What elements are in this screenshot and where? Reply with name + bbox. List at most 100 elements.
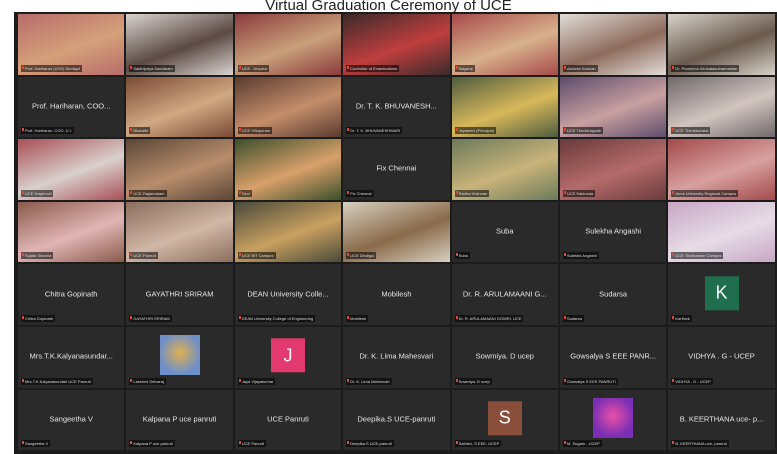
participant-tile[interactable]: Sudarsa Sudarsa [559,264,667,325]
participant-name-label: Prof. Hariharan, COO, U.I. [21,127,74,135]
participant-tile[interactable]: Kalpana P uce panruti Kalpana P uce panru… [126,389,233,451]
participant-display-name: Dr. T. K. BHUVANESH... [355,101,437,111]
meeting-gallery-view: Prof. Hariharan (UCE) Dindigul Sakthipriy… [14,12,777,454]
participant-name-label: UCE Rajamadam [129,189,167,197]
participant-tile[interactable]: M. Sugam - UCEP [559,389,667,451]
profile-picture [593,397,634,438]
participant-display-name: Suba [495,226,514,236]
participant-tile[interactable]: UCE Tiruchirappalli [559,76,667,138]
participant-tile[interactable]: Ashwini Kannan [559,14,667,75]
participant-name-label: Chitra Gopinath [21,314,56,322]
participant-tile[interactable]: Nagaraj [451,14,558,75]
participant-tile[interactable]: Dr. R. ARULAMAANI G... Dr. R. ARULAMAANI … [451,264,558,325]
participant-tile[interactable]: UCE Panruti UCE Panruti [234,389,342,451]
participant-tile[interactable]: Suba Suba [451,201,558,263]
avatar: S [487,401,522,436]
participant-name-label: DEAN University College of Engineering [237,314,316,322]
participant-tile[interactable]: VIDHYA . G - UCEP VIDHYA . G - UCEP [668,326,775,388]
participant-tile[interactable]: UCE Rajamadam [126,139,233,200]
participant-display-name: DEAN University Colle... [247,289,329,299]
participant-tile[interactable]: UCE BIT Campus [234,201,342,263]
participant-tile[interactable]: GAYATHRI SRIRAM GAYATHRI SRIRAM [126,264,233,325]
participant-tile[interactable]: Sujata Sharma [18,201,125,263]
participant-name-label: Sakthipriya Sundaram [129,64,175,72]
participant-name-label: UCE BIT Campus [237,252,276,260]
participant-name-label: Devi [237,189,252,197]
participant-display-name: Kalpana P uce panruti [142,414,217,424]
avatar: J [270,338,305,373]
participant-tile[interactable]: Bharathi [126,76,233,138]
participant-name-label: Sathish, S EEE, UCEP [454,440,502,448]
participant-display-name: B. KEERTHANA uce- p... [679,414,764,424]
participant-name-label: Deepika.S UCE-panruti [346,440,394,448]
participant-name-label: Sujata Sharma [21,252,54,260]
participant-tile[interactable]: Deepika.S UCE-panruti Deepika.S UCE-panru… [343,389,450,451]
participant-display-name: VIDHYA . G - UCEP [688,351,755,361]
participant-name-label: Anna University Regional Campus [671,189,739,197]
participant-name-label: UCE Dindigul [346,252,377,260]
participant-tile[interactable]: S Sathish, S EEE, UCEP [451,389,558,451]
participant-tile[interactable]: Sulekha Angashi Sulekha Angashi [559,201,667,263]
participant-tile[interactable]: Prof. Hariharan, COO... Prof. Hariharan, … [18,76,125,138]
participant-name-label: Gowsalya S EEE PANRUTI [562,377,618,385]
participant-tile[interactable]: Radha Krishnan [451,139,558,200]
participant-display-name: Mobilesh [381,289,412,299]
participant-tile[interactable]: Sowmiya. D ucep Sowmiya. D ucep [451,326,558,388]
participant-name-label: GAYATHRI SRIRAM [129,314,172,322]
participant-name-label: Dr. R. ARULAMAANI GOWRI, UCE [454,314,524,322]
avatar: K [704,275,739,310]
participant-tile[interactable]: UCE Nagercoil [18,139,125,200]
participant-name-label: Fix Chennai [346,189,374,197]
participant-name-label: UCE Nagercoil [21,189,54,197]
participant-name-label: Dr. K. Lima Mahesvari [346,377,392,385]
participant-tile[interactable]: Mobilesh Mobilesh [343,264,450,325]
participant-display-name: Dr. K. Lima Mahesvari [359,351,434,361]
participant-name-label: Sudarsa [562,314,584,322]
participant-tile[interactable]: Prof. Hariharan (UCE) Dindigul [18,14,125,75]
participant-tile[interactable]: K Karthick [668,264,775,325]
participant-name-label: Jeyaselvi (Principal) [454,127,497,135]
participant-tile[interactable]: Lakshmi Selvaraj [126,326,233,388]
participant-tile[interactable]: Chitra Gopinath Chitra Gopinath [18,264,125,325]
participant-tile[interactable]: Mrs.T.K.Kalyanasundar... Mrs.T.K.Kalyanas… [18,326,125,388]
participant-tile[interactable]: Sakthipriya Sundaram [126,14,233,75]
participant-name-label: Mobilesh [346,314,369,322]
participant-tile[interactable]: UCE - Ariyalur [234,14,342,75]
participant-tile[interactable]: Dr. Poornima Venkatasubramanian [668,14,775,75]
participant-display-name: Fix Chennai [376,164,417,174]
participant-display-name: Sowmiya. D ucep [475,351,534,361]
participant-tile[interactable]: UCE Villupuram [234,76,342,138]
participant-tile[interactable]: Sangeetha V Sangeetha V [18,389,125,451]
participant-tile[interactable]: UCE Kakinada [559,139,667,200]
participant-name-label: Karthick [671,314,692,322]
participant-name-label: Bharathi [129,127,151,135]
participant-tile[interactable]: Dr. T. K. BHUVANESH... Dr. T. K. BHUVANES… [343,76,450,138]
participant-tile[interactable]: Fix Chennai Fix Chennai [343,139,450,200]
participant-tile[interactable]: UCE Panruti [126,201,233,263]
participant-name-label: UCE Panruti [129,252,158,260]
participant-tile[interactable]: UCE Thirukkuvalai [668,76,775,138]
participant-name-label: M. Sugam - UCEP [562,440,602,448]
participant-tile[interactable]: J Jaya Vijayakumar [234,326,342,388]
participant-name-label: B. KEERTHANA uce- panruti [671,440,729,448]
participant-name-label: Ashwini Kannan [562,64,598,72]
participant-display-name: Sudarsa [599,289,628,299]
participant-name-label: VIDHYA . G - UCEP [671,377,713,385]
participant-display-name: GAYATHRI SRIRAM [145,289,214,299]
participant-tile[interactable]: DEAN University Colle... DEAN University … [234,264,342,325]
participant-tile[interactable]: Controller of Examinations [343,14,450,75]
participant-tile[interactable]: Devi [234,139,342,200]
participant-tile[interactable]: Dr. K. Lima Mahesvari Dr. K. Lima Mahesva… [343,326,450,388]
participant-display-name: Dr. R. ARULAMAANI G... [462,289,547,299]
participant-tile[interactable]: UCE Dindigul [343,201,450,263]
participant-tile[interactable]: Jeyaselvi (Principal) [451,76,558,138]
participant-tile[interactable]: UCE Tindivanam Campus [668,201,775,263]
page-title: Virtual Graduation Ceremony of UCE [265,0,512,12]
participant-display-name: Chitra Gopinath [44,289,98,299]
participant-name-label: Controller of Examinations [346,64,400,72]
participant-tile[interactable]: Anna University Regional Campus [668,139,775,200]
participant-tile[interactable]: B. KEERTHANA uce- p... B. KEERTHANA uce- … [668,389,775,451]
participant-tile[interactable]: Gowsalya S EEE PANR... Gowsalya S EEE PAN… [559,326,667,388]
participant-name-label: Dr. T. K. BHUVANESHWARI [346,127,403,135]
participant-name-label: Jaya Vijayakumar [237,377,276,385]
